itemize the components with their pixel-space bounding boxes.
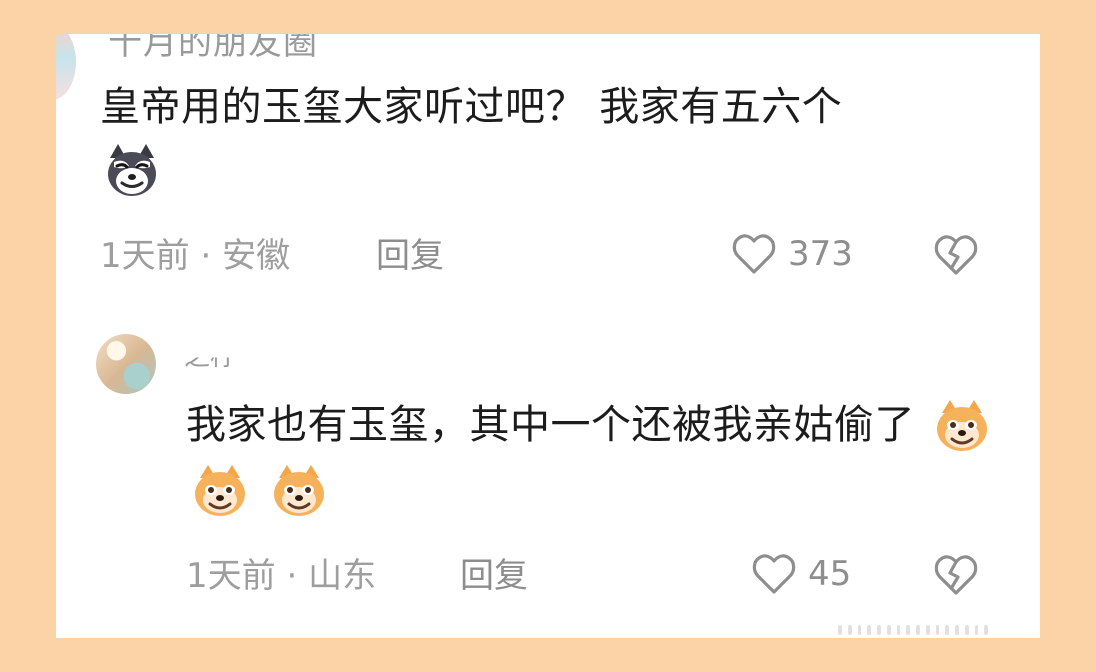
broken-heart-icon[interactable] <box>932 233 980 277</box>
meta-separator: · <box>200 236 223 276</box>
comment-author[interactable]: 十月的朋友圈 <box>108 34 318 64</box>
comment-text: 皇帝用的玉玺大家听过吧？ 我家有五六个 <box>100 76 980 204</box>
like-count: 373 <box>788 234 853 274</box>
like-group: 45 <box>750 552 851 596</box>
watermark-bar <box>964 625 969 635</box>
shiba-emoji-icon <box>274 465 325 516</box>
avatar[interactable] <box>56 34 76 100</box>
comment-text: 我家也有玉玺，其中一个还被我亲姑偷了 <box>186 394 1006 524</box>
comment-location: 安徽 <box>222 236 291 276</box>
page: { "comments": [ { "author": "十月的朋友圈", "t… <box>0 0 1096 672</box>
watermark-bar <box>906 625 910 635</box>
watermark-bar <box>955 625 959 635</box>
watermark-bar <box>984 625 988 635</box>
watermark-bar <box>945 625 949 635</box>
watermark <box>838 625 988 635</box>
comment-body: 皇帝用的玉玺大家听过吧？ 我家有五六个 <box>100 84 843 130</box>
comment-location: 山东 <box>308 556 377 596</box>
watermark-bar <box>974 625 979 635</box>
like-heart-icon[interactable] <box>750 552 798 596</box>
comment-time: 1天前 <box>100 236 190 276</box>
comment-meta: 1天前 · 山东 <box>186 556 376 596</box>
comment-time: 1天前 <box>186 556 276 596</box>
avatar[interactable] <box>96 334 156 394</box>
reply-button[interactable]: 回复 <box>376 236 444 276</box>
watermark-bar <box>838 625 842 635</box>
husky-emoji-icon <box>108 144 156 196</box>
shiba-emoji-icon <box>195 465 245 516</box>
watermark-bar <box>925 625 930 635</box>
like-count: 45 <box>808 554 852 594</box>
meta-separator: · <box>286 556 309 596</box>
watermark-bar <box>867 625 871 635</box>
watermark-bar <box>896 625 901 635</box>
broken-heart-icon[interactable] <box>932 553 980 597</box>
comment-card: 十月的朋友圈 皇帝用的玉玺大家听过吧？ 我家有五六个 1天前 · 安徽 回复 3… <box>56 34 1040 638</box>
watermark-bar <box>857 625 862 635</box>
watermark-bar <box>916 625 920 635</box>
like-group: 373 <box>730 232 853 276</box>
watermark-bar <box>886 625 891 635</box>
watermark-bar <box>935 625 940 635</box>
watermark-bar <box>877 625 881 635</box>
comment-author[interactable]: 之柠 <box>184 357 236 373</box>
shiba-emoji-icon <box>937 400 988 451</box>
comment-body: 我家也有玉玺，其中一个还被我亲姑偷了 <box>186 402 915 448</box>
watermark-bar <box>847 625 852 635</box>
reply-button[interactable]: 回复 <box>460 556 528 596</box>
comment-meta: 1天前 · 安徽 <box>100 236 290 276</box>
like-heart-icon[interactable] <box>730 232 778 276</box>
